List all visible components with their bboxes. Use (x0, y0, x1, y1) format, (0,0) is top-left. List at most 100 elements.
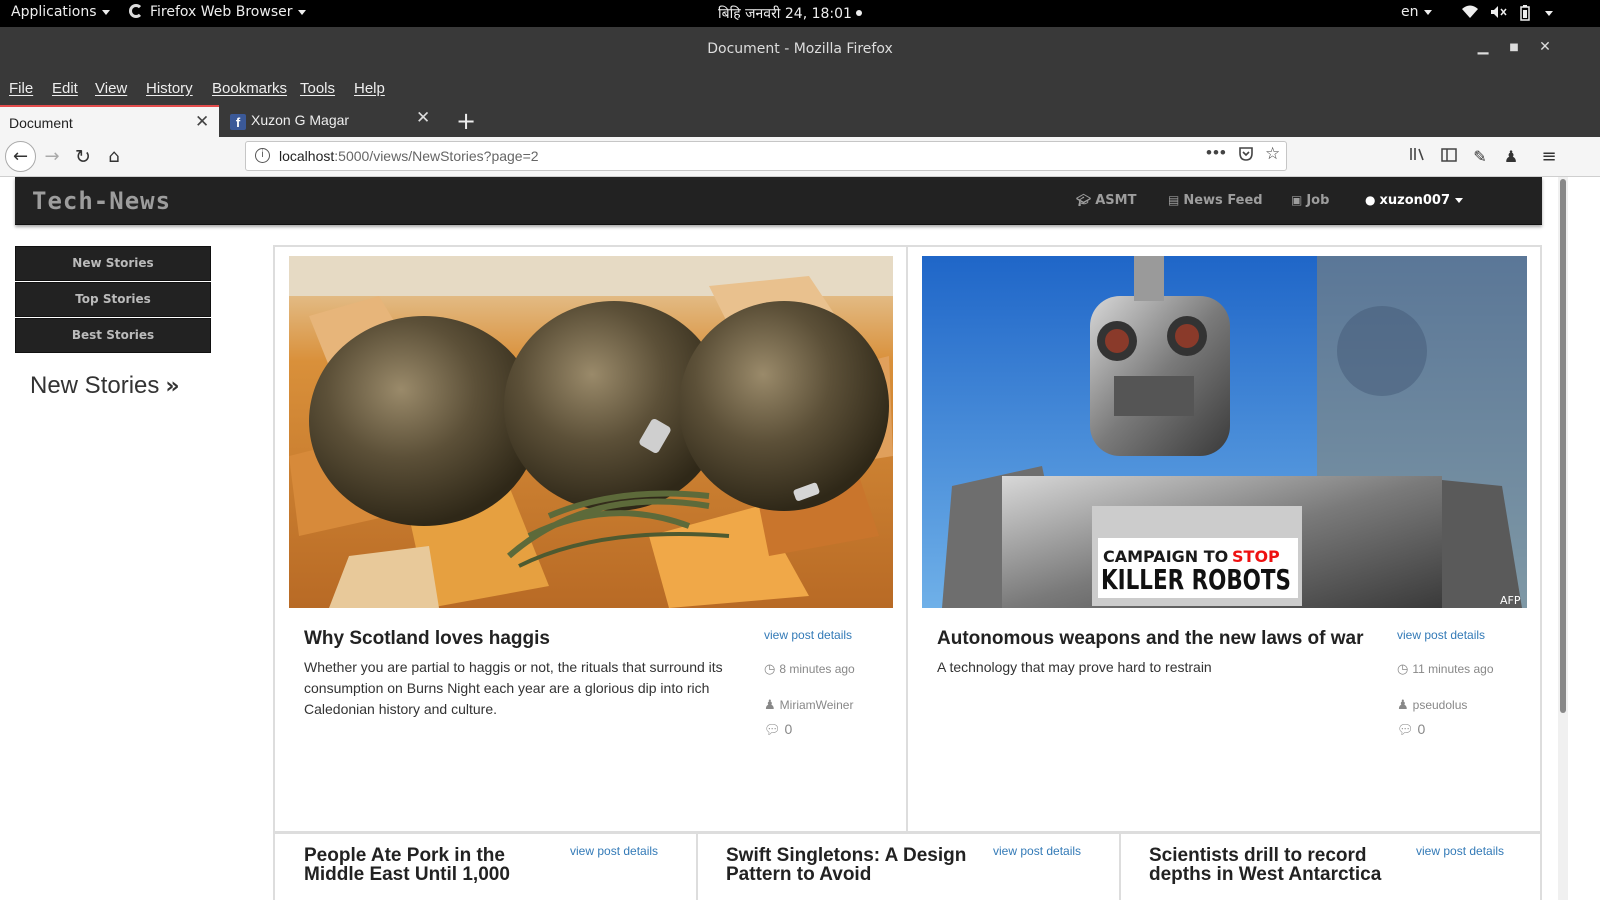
browser-app-label: Firefox Web Browser (150, 4, 293, 20)
sidebar-new-stories[interactable]: New Stories (15, 246, 211, 281)
dot-icon (856, 10, 863, 16)
page-actions-icon[interactable]: ••• (1206, 143, 1227, 163)
story-comments[interactable]: 💬︎ 0 (1397, 721, 1425, 738)
view-post-details-link[interactable]: view post details (993, 844, 1081, 858)
story-card: People Ate Pork in the Middle East Until… (273, 832, 698, 900)
section-heading: New Stories» (30, 372, 180, 400)
url-text[interactable]: localhost:5000/views/NewStories?page=2 (279, 148, 539, 164)
bookmark-star-icon[interactable]: ☆ (1265, 144, 1280, 164)
story-title[interactable]: Scientists drill to record depths in Wes… (1149, 846, 1399, 884)
story-image-haggis[interactable] (289, 256, 893, 608)
user-menu[interactable]: ● xuzon007 (1365, 193, 1464, 208)
story-author[interactable]: ♟ MiriamWeiner (764, 697, 853, 713)
clock[interactable]: बिहि जनवरी 24, 18:01 (718, 4, 863, 23)
story-time: ◷ 8 minutes ago (764, 661, 855, 677)
view-post-details-link[interactable]: view post details (1397, 628, 1485, 642)
story-author[interactable]: ♟ pseudolus (1397, 697, 1467, 713)
view-post-details-link[interactable]: view post details (764, 628, 852, 642)
battery-icon[interactable] (1520, 5, 1530, 25)
chevron-down-icon (1423, 9, 1432, 15)
story-card: CAMPAIGN TO STOP KILLER ROBOTS AFP Auton… (906, 245, 1542, 833)
web-page: Tech-News 🎓︎ ASMT ▤ News Feed ▣ Job ● xuzon0… (0, 177, 1558, 900)
site-brand[interactable]: Tech-News (32, 187, 171, 215)
story-title[interactable]: Swift Singletons: A Design Pattern to Av… (726, 846, 976, 884)
maximize-icon[interactable]: ■ (1505, 42, 1523, 53)
story-card: Scientists drill to record depths in Wes… (1119, 832, 1542, 900)
user-icon: ♟ (1397, 697, 1409, 712)
window-title-bar: Document - Mozilla Firefox ▁ ■ ✕ (0, 27, 1600, 71)
tab-label: Xuzon G Magar (251, 112, 350, 128)
double-chevron-right-icon: » (165, 374, 180, 399)
menu-edit[interactable]: Edit (52, 80, 78, 97)
story-time: ◷ 11 minutes ago (1397, 661, 1494, 677)
tab-bar: Document ✕ f Xuzon G Magar ✕ + (0, 105, 1600, 137)
back-icon[interactable]: ← (5, 141, 36, 172)
section-heading-label: New Stories (30, 372, 160, 399)
window-title: Document - Mozilla Firefox (707, 41, 893, 57)
close-window-icon[interactable]: ✕ (1536, 39, 1554, 55)
scrollbar-thumb[interactable] (1560, 179, 1566, 713)
story-description: Whether you are partial to haggis or not… (304, 659, 723, 717)
reload-icon[interactable]: ↻ (71, 145, 95, 169)
language-menu[interactable]: en (1401, 4, 1432, 20)
user-icon: ♟ (764, 697, 776, 712)
robot-sign-line2: KILLER ROBOTS (1101, 563, 1291, 596)
story-card: Swift Singletons: A Design Pattern to Av… (696, 832, 1121, 900)
url-host: localhost (279, 148, 335, 164)
wifi-icon[interactable] (1462, 5, 1478, 23)
close-tab-icon[interactable]: ✕ (416, 108, 430, 128)
story-image-robot[interactable]: CAMPAIGN TO STOP KILLER ROBOTS AFP (922, 256, 1527, 608)
nav-news-feed[interactable]: ▤ News Feed (1168, 193, 1263, 208)
sidebar-best-stories[interactable]: Best Stories (15, 318, 211, 353)
sidebar-top-stories[interactable]: Top Stories (15, 282, 211, 317)
menu-file[interactable]: File (9, 80, 33, 97)
image-credit: AFP (1500, 594, 1521, 607)
navigation-bar: ← → ↻ ⌂ i localhost:5000/views/NewStorie… (0, 137, 1600, 177)
nav-label: News Feed (1183, 193, 1263, 208)
url-bar[interactable]: i localhost:5000/views/NewStories?page=2… (245, 141, 1287, 171)
comments-count: 0 (784, 721, 793, 737)
applications-label: Applications (11, 4, 97, 20)
extension-profile-icon[interactable]: ♟ (1499, 145, 1523, 169)
firefox-icon (129, 4, 143, 18)
close-tab-icon[interactable]: ✕ (195, 112, 209, 132)
tab-document[interactable]: Document ✕ (0, 105, 219, 137)
menu-help[interactable]: Help (354, 80, 385, 97)
home-icon[interactable]: ⌂ (102, 145, 126, 169)
view-post-details-link[interactable]: view post details (570, 844, 658, 858)
sidebar-icon[interactable] (1437, 145, 1461, 169)
author-label: pseudolus (1412, 698, 1468, 712)
info-icon[interactable]: i (255, 148, 270, 163)
comments-icon: 💬︎ (764, 722, 781, 737)
facebook-icon: f (230, 114, 246, 130)
system-menu-chevron-icon[interactable] (1545, 11, 1553, 16)
tab-label: Document (9, 115, 73, 131)
view-post-details-link[interactable]: view post details (1416, 844, 1504, 858)
library-icon[interactable] (1406, 145, 1430, 169)
hamburger-menu-icon[interactable]: ≡ (1537, 145, 1561, 169)
menu-bookmarks[interactable]: Bookmarks (212, 80, 287, 97)
story-title[interactable]: Why Scotland loves haggis (304, 629, 734, 648)
story-title[interactable]: Autonomous weapons and the new laws of w… (937, 629, 1377, 648)
newspaper-icon: ▤ (1168, 193, 1180, 207)
chevron-down-icon (101, 9, 110, 15)
sidebar: New Stories Top Stories Best Stories (15, 246, 211, 354)
volume-icon[interactable] (1490, 5, 1508, 23)
tab-xuzon[interactable]: f Xuzon G Magar ✕ (220, 105, 440, 137)
nav-label: Job (1306, 193, 1330, 208)
menu-tools[interactable]: Tools (300, 80, 335, 97)
menu-history[interactable]: History (146, 80, 193, 97)
new-tab-icon[interactable]: + (456, 107, 476, 135)
minimize-icon[interactable]: ▁ (1474, 39, 1492, 55)
applications-menu[interactable]: Applications (11, 4, 110, 20)
forward-icon[interactable]: → (40, 145, 64, 169)
nav-asmt[interactable]: 🎓︎ ASMT (1076, 193, 1136, 208)
story-title[interactable]: People Ate Pork in the Middle East Until… (304, 846, 554, 884)
username: xuzon007 (1379, 193, 1451, 208)
menu-view[interactable]: View (95, 80, 127, 97)
story-comments[interactable]: 💬︎ 0 (764, 721, 792, 738)
pocket-icon[interactable] (1238, 146, 1254, 167)
extension-icon[interactable]: ✎ (1468, 145, 1492, 169)
nav-job[interactable]: ▣ Job (1291, 193, 1329, 208)
browser-app-menu[interactable]: Firefox Web Browser (129, 4, 306, 20)
